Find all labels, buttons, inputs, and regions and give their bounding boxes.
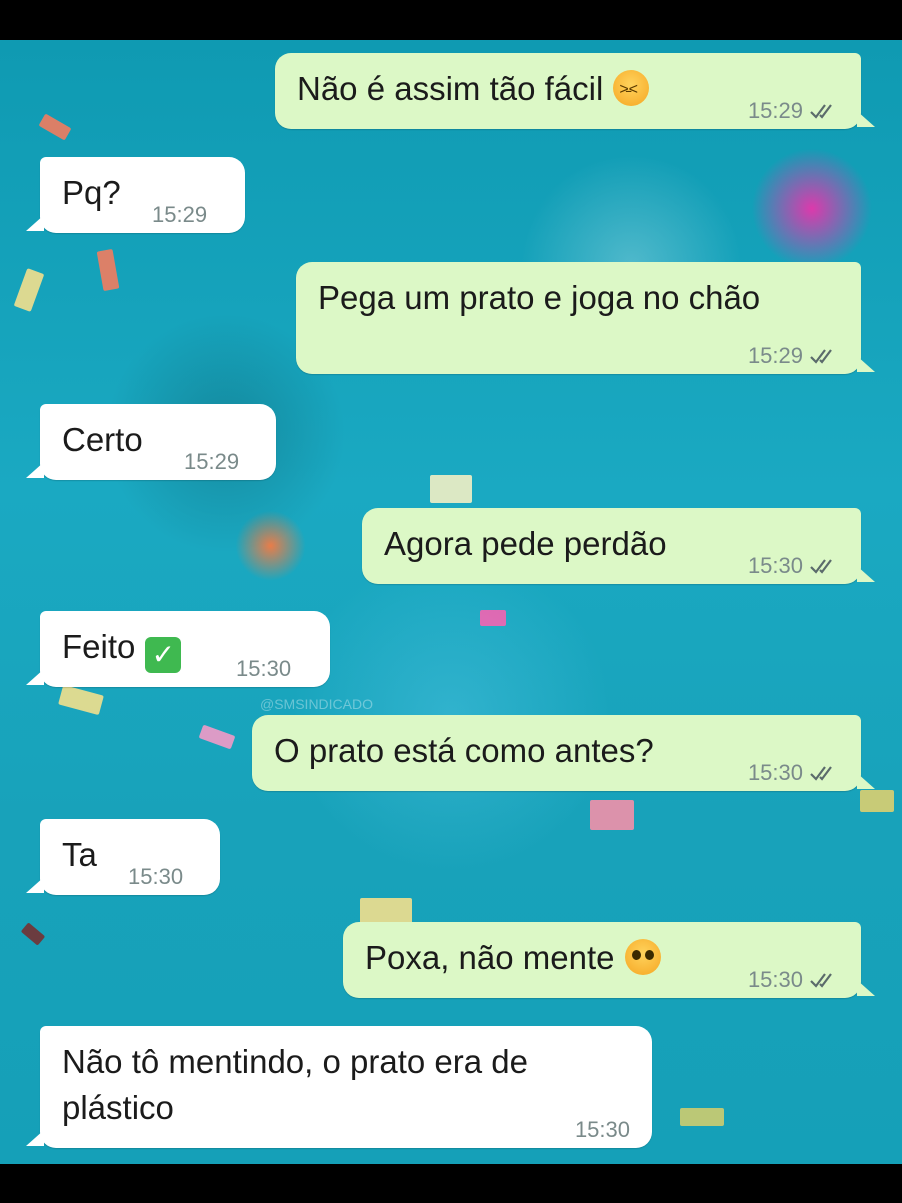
message-time: 15:30 [747, 967, 803, 992]
message-text: Não é assim tão fácil [297, 70, 604, 107]
confetti [13, 268, 45, 312]
message-time: 15:30 [747, 760, 803, 785]
confetti [430, 475, 472, 503]
message-text: Poxa, não mente [365, 939, 615, 976]
double-check-icon [810, 349, 832, 364]
message-bubble-incoming[interactable]: Pq? 15:29 [26, 157, 245, 233]
confetti [860, 790, 894, 812]
confetti [480, 610, 506, 626]
message-text-line-2: plástico [62, 1089, 174, 1126]
confetti [590, 800, 634, 830]
message-time: 15:29 [747, 343, 803, 368]
double-check-icon [810, 559, 832, 574]
message-time: 15:29 [184, 449, 240, 474]
message-text: O prato está como antes? [274, 732, 654, 769]
chat-area: @SMSINDICADO Não é assim tão fácil 15:29… [0, 40, 902, 1164]
message-bubble-incoming[interactable]: Ta 15:30 [26, 819, 220, 895]
message-text: Feito [62, 628, 136, 665]
confetti [38, 113, 72, 141]
confetti [58, 684, 104, 716]
message-text: Pq? [62, 174, 121, 211]
message-text: Pega um prato e joga no chão [318, 279, 761, 316]
message-time: 15:29 [152, 202, 208, 227]
message-bubble-outgoing[interactable]: Agora pede perdão 15:30 [362, 508, 875, 584]
message-text: Agora pede perdão [384, 525, 667, 562]
message-bubble-incoming[interactable]: Não tô mentindo, o prato era de plástico… [26, 1026, 652, 1148]
double-check-icon [810, 766, 832, 781]
double-check-icon [810, 973, 832, 988]
message-text-line-1: Não tô mentindo, o prato era de [62, 1043, 528, 1080]
angry-face-icon [613, 68, 650, 112]
message-bubble-outgoing[interactable]: Poxa, não mente 15:30 [343, 922, 875, 998]
pleading-face-icon [624, 939, 661, 975]
message-time: 15:30 [236, 656, 292, 681]
message-time: 15:29 [747, 98, 803, 123]
message-bubble-outgoing[interactable]: Pega um prato e joga no chão 15:29 [296, 262, 875, 374]
message-time: 15:30 [128, 864, 184, 889]
message-text: Ta [62, 836, 97, 873]
confetti [96, 248, 120, 292]
double-check-icon [810, 104, 832, 119]
check-mark-button-icon: ✓ [145, 637, 182, 673]
message-bubble-outgoing[interactable]: O prato está como antes? 15:30 [252, 715, 875, 791]
confetti [198, 724, 236, 750]
confetti [20, 922, 46, 946]
message-bubble-incoming[interactable]: Feito ✓ 15:30 [26, 611, 330, 687]
message-time: 15:30 [574, 1117, 630, 1142]
message-bubble-incoming[interactable]: Certo 15:29 [26, 404, 276, 480]
message-text: Certo [62, 421, 143, 458]
message-time: 15:30 [747, 553, 803, 578]
watermark: @SMSINDICADO [260, 696, 373, 712]
message-bubble-outgoing[interactable]: Não é assim tão fácil 15:29 [275, 53, 875, 129]
confetti [680, 1108, 724, 1126]
